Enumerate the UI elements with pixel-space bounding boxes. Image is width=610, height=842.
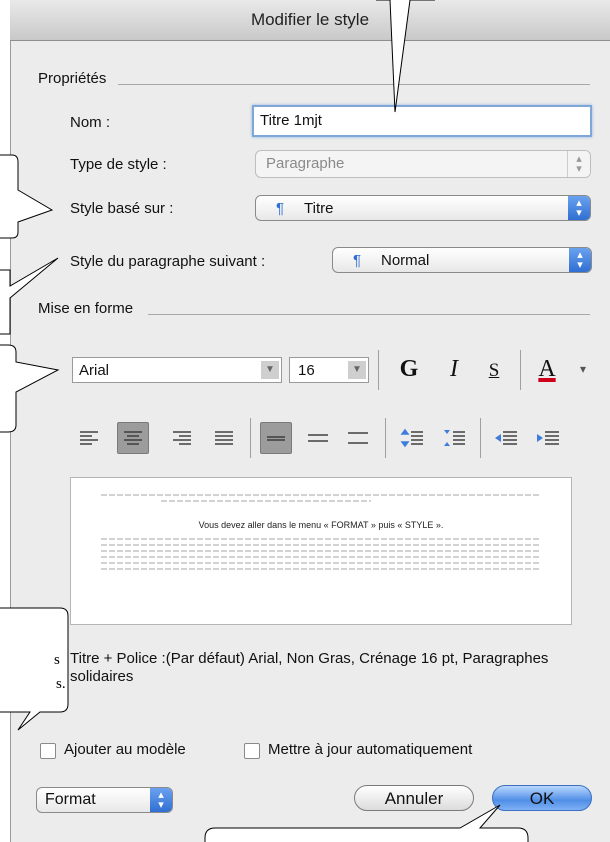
callout-based-on — [0, 154, 54, 239]
callout-pointer-name-field — [376, 0, 435, 113]
callout-partial-text: s. — [56, 676, 66, 692]
callout-options — [0, 607, 69, 731]
callout-partial-text: s — [54, 652, 60, 668]
annotation-callouts — [0, 0, 529, 842]
callout-next-style — [0, 257, 59, 335]
callout-ok-button — [204, 804, 529, 842]
callout-font — [0, 344, 60, 433]
